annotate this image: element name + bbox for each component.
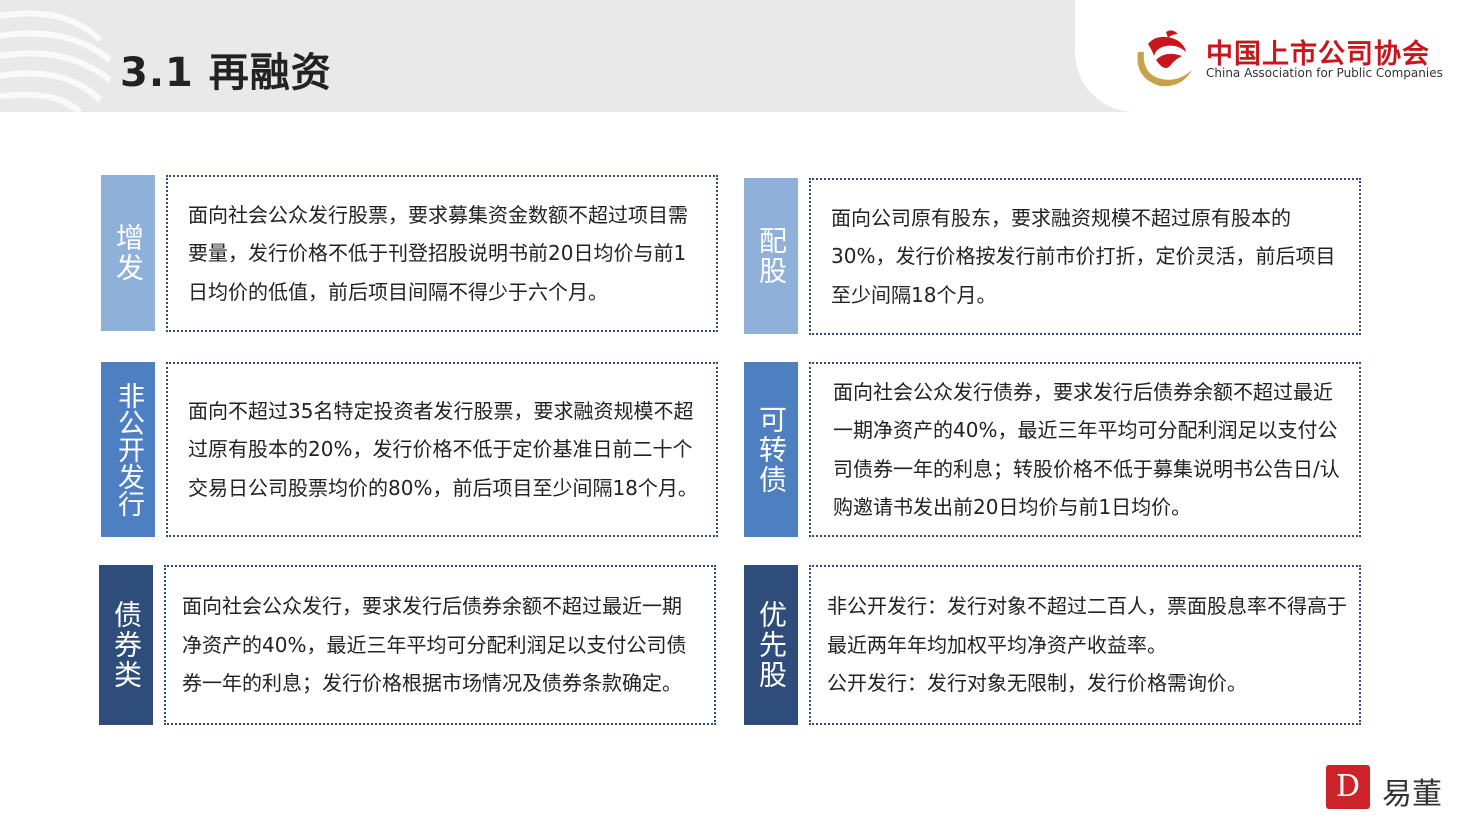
brand-name: 易董 (1382, 777, 1442, 812)
card-text: 面向社会公众发行，要求发行后债券余额不超过最近一期净资产的40%，最近三年平均可… (182, 594, 687, 696)
brand-mark-letter: D (1335, 769, 1361, 804)
card-text-line-2: 公开发行：发行对象无限制，发行价格需询价。 (827, 671, 1247, 696)
tag-kezhuanzhai: 可转债 (744, 362, 798, 537)
tag-feigongkai: 非公开发行 (101, 362, 155, 537)
logo-name-en: China Association for Public Companies (1206, 66, 1443, 80)
brand-mark-icon: D (1326, 765, 1370, 809)
tag-zhaiquanlei: 债券类 (99, 565, 153, 725)
tag-youxiangu: 优先股 (744, 565, 798, 725)
card-zengfa: 面向社会公众发行股票，要求募集资金数额不超过项目需要量，发行价格不低于刊登招股说… (166, 175, 718, 332)
card-youxiangu: 非公开发行：发行对象不超过二百人，票面股息率不得高于最近两年年均加权平均净资产收… (809, 565, 1361, 725)
card-zhaiquanlei: 面向社会公众发行，要求发行后债券余额不超过最近一期净资产的40%，最近三年平均可… (164, 565, 716, 725)
card-text-line-1: 非公开发行：发行对象不超过二百人，票面股息率不得高于最近两年年均加权平均净资产收… (827, 594, 1347, 657)
page-title: 3.1 再融资 (120, 50, 332, 96)
tag-peigu: 配股 (744, 178, 798, 334)
card-peigu: 面向公司原有股东，要求融资规模不超过原有股本的30%，发行价格按发行前市价打折，… (809, 178, 1361, 335)
card-text: 面向社会公众发行股票，要求募集资金数额不超过项目需要量，发行价格不低于刊登招股说… (188, 202, 688, 304)
card-kezhuanzhai: 面向社会公众发行债券，要求发行后债券余额不超过最近一期净资产的40%，最近三年平… (809, 362, 1361, 537)
association-logo: 中国上市公司协会 China Association for Public Co… (1126, 30, 1446, 90)
tag-zengfa: 增发 (101, 175, 155, 331)
card-text: 面向不超过35名特定投资者发行股票，要求融资规模不超过原有股本的20%，发行价格… (188, 398, 698, 500)
header-decoration (0, 10, 112, 112)
card-text: 面向社会公众发行债券，要求发行后债券余额不超过最近一期净资产的40%，最近三年平… (833, 379, 1340, 520)
card-text: 面向公司原有股东，要求融资规模不超过原有股本的30%，发行价格按发行前市价打折，… (831, 205, 1336, 307)
association-emblem-icon (1137, 30, 1192, 87)
card-feigongkai: 面向不超过35名特定投资者发行股票，要求融资规模不超过原有股本的20%，发行价格… (166, 362, 718, 537)
